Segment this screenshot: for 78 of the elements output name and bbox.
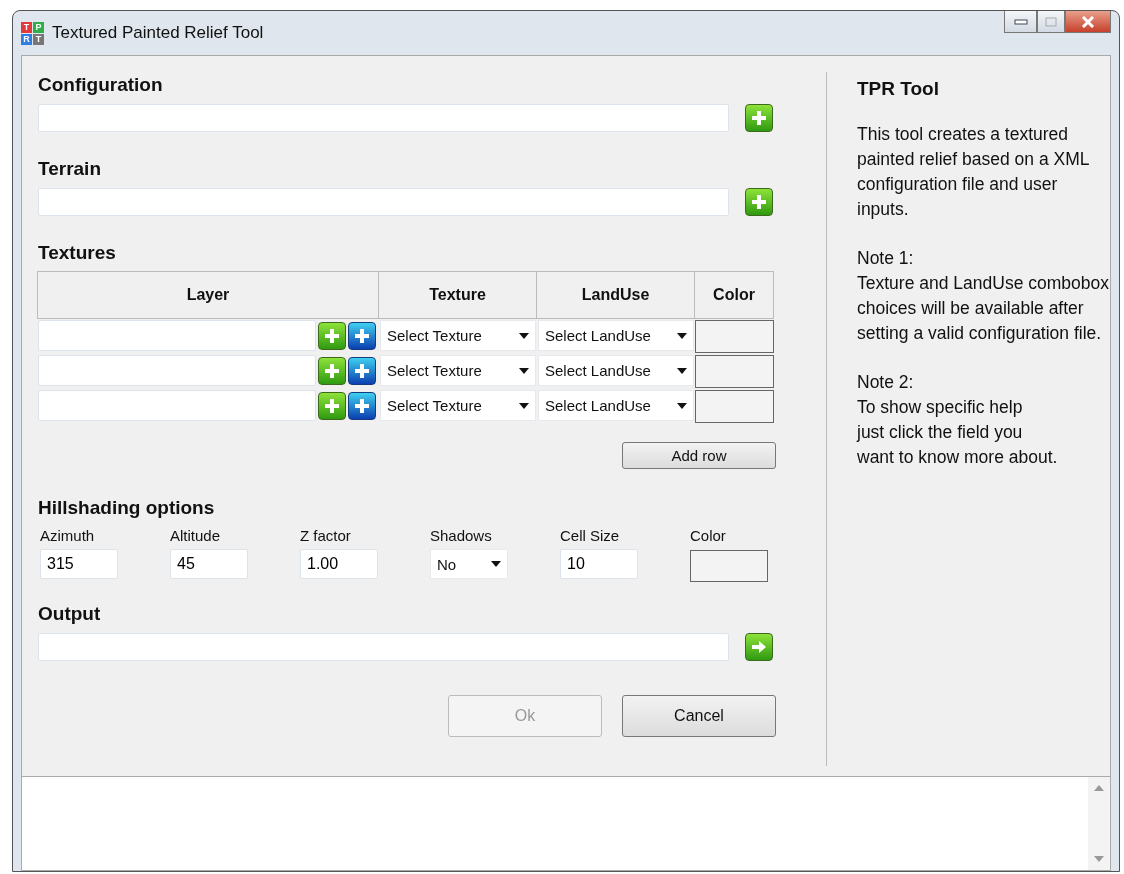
field-label: Cell Size	[560, 527, 621, 546]
add-button[interactable]	[745, 104, 773, 132]
caret-icon	[677, 367, 687, 374]
window-title: Textured Painted Relief Tool	[52, 23, 265, 43]
landuse-dropdown[interactable]: Select LandUse	[538, 355, 694, 386]
scrollbar[interactable]	[1088, 777, 1110, 870]
caret-icon	[519, 402, 529, 409]
caret-icon	[677, 402, 687, 409]
column-header: Layer	[37, 271, 379, 319]
layer-field[interactable]	[38, 320, 316, 351]
add-button[interactable]	[745, 188, 773, 216]
section-heading: Configuration	[38, 74, 164, 97]
maximize-icon	[1045, 16, 1057, 27]
plus-icon	[750, 109, 768, 127]
help-text: Note 2: To show specific help just click the field you want to know more about.	[857, 371, 1059, 469]
add-button[interactable]	[318, 391, 346, 420]
minimize-icon	[1013, 18, 1028, 25]
field-label: Altitude	[170, 527, 222, 546]
plus-icon	[750, 193, 768, 211]
help-title: TPR Tool	[857, 78, 940, 100]
color-swatch[interactable]	[690, 550, 768, 582]
app-logo: T P R T	[21, 21, 44, 45]
help-text: Note 1: Texture and LandUse combobox choices will be available after setting a valid configuration file.	[857, 247, 1110, 345]
field-label: Azimuth	[40, 527, 96, 546]
column-header: LandUse	[536, 271, 695, 319]
section-heading: Textures	[38, 242, 117, 265]
layer-field[interactable]	[38, 355, 316, 386]
path-field[interactable]	[38, 104, 729, 132]
plus-icon	[353, 396, 371, 415]
field-label: Z factor	[300, 527, 352, 546]
path-field[interactable]	[38, 633, 729, 661]
add-button[interactable]	[348, 321, 376, 350]
number-field[interactable]: 315	[40, 549, 118, 579]
caret-icon	[491, 561, 501, 567]
scroll-down-icon[interactable]	[1094, 856, 1104, 862]
shadows-dropdown[interactable]: No	[430, 549, 508, 579]
close-icon	[1081, 15, 1095, 28]
add-row-button[interactable]: Add row	[622, 442, 776, 469]
landuse-dropdown[interactable]: Select LandUse	[538, 320, 694, 351]
texture-dropdown[interactable]: Select Texture	[380, 390, 536, 421]
add-button[interactable]	[318, 321, 346, 350]
add-button[interactable]	[318, 356, 346, 385]
color-swatch[interactable]	[695, 320, 774, 353]
section-heading: Output	[38, 603, 102, 626]
number-field[interactable]: 1.00	[300, 549, 378, 579]
caret-icon	[519, 367, 529, 374]
layer-field[interactable]	[38, 390, 316, 421]
add-button[interactable]	[348, 356, 376, 385]
field-label: Shadows	[430, 527, 493, 546]
plus-icon	[353, 326, 371, 345]
caret-icon	[519, 332, 529, 339]
arrow-icon	[750, 638, 768, 656]
scroll-up-icon[interactable]	[1094, 785, 1104, 791]
field-label: Color	[690, 527, 727, 546]
close-button[interactable]	[1065, 11, 1111, 33]
landuse-dropdown[interactable]: Select LandUse	[538, 390, 694, 421]
maximize-button[interactable]	[1037, 11, 1065, 33]
minimize-button[interactable]	[1004, 11, 1037, 33]
section-heading: Terrain	[38, 158, 102, 181]
caret-icon	[677, 332, 687, 339]
plus-icon	[323, 361, 341, 380]
color-swatch[interactable]	[695, 390, 774, 423]
number-field[interactable]: 10	[560, 549, 638, 579]
column-header: Color	[694, 271, 774, 319]
number-field[interactable]: 45	[170, 549, 248, 579]
section-heading: Hillshading options	[38, 497, 216, 520]
path-field[interactable]	[38, 188, 729, 216]
color-swatch[interactable]	[695, 355, 774, 388]
help-text: This tool creates a textured painted relief based on a XML configuration file and user inputs.	[857, 123, 1090, 221]
texture-dropdown[interactable]: Select Texture	[380, 320, 536, 351]
plus-icon	[323, 396, 341, 415]
plus-icon	[353, 361, 371, 380]
arrow-button[interactable]	[745, 633, 773, 661]
add-button[interactable]	[348, 391, 376, 420]
dialog-button[interactable]: Cancel	[622, 695, 776, 737]
plus-icon	[323, 326, 341, 345]
texture-dropdown[interactable]: Select Texture	[380, 355, 536, 386]
column-header: Texture	[378, 271, 537, 319]
